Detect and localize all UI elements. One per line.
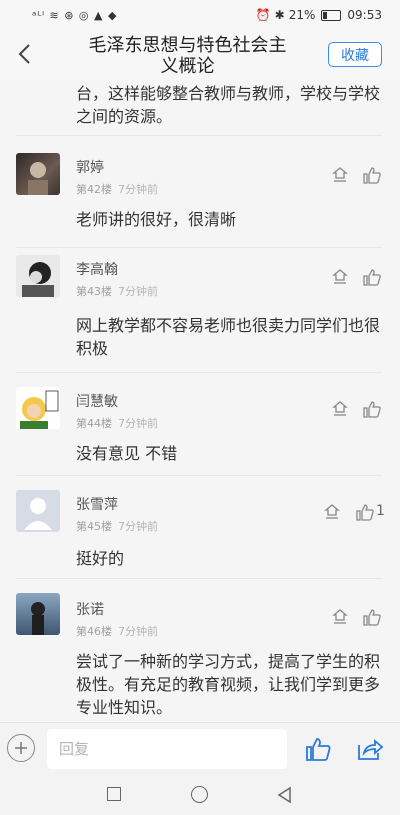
comment-list[interactable]: 台，这样能够整合教师与教师，学校与学校之间的资源。 郭婷 第42楼 7分钟前 老师… bbox=[0, 80, 400, 722]
favorite-button[interactable]: 收藏 bbox=[328, 42, 382, 67]
floor-number: 第44楼 bbox=[76, 417, 112, 430]
plus-icon bbox=[15, 742, 27, 754]
comment-author[interactable]: 张诺 bbox=[76, 599, 104, 619]
reply-icon[interactable] bbox=[330, 267, 350, 287]
comment-text: 没有意见 不错 bbox=[76, 444, 178, 463]
divider bbox=[16, 247, 382, 248]
recent-apps-icon[interactable] bbox=[107, 787, 121, 801]
comment-time: 7分钟前 bbox=[118, 625, 158, 638]
avatar[interactable] bbox=[16, 153, 60, 195]
header: 毛泽东思想与特色社会主义概论 收藏 bbox=[0, 30, 400, 80]
system-nav-bar bbox=[0, 774, 400, 815]
avatar[interactable] bbox=[16, 593, 60, 635]
comment-text: 网上教学都不容易老师也很卖力同学们也很积极 bbox=[76, 316, 381, 358]
like-icon[interactable] bbox=[355, 502, 375, 522]
comment-time: 7分钟前 bbox=[118, 417, 158, 430]
like-icon[interactable] bbox=[362, 267, 382, 287]
divider bbox=[16, 135, 382, 136]
home-icon[interactable] bbox=[191, 786, 208, 803]
reply-input[interactable] bbox=[47, 729, 287, 769]
divider bbox=[16, 372, 382, 373]
like-icon[interactable] bbox=[362, 607, 382, 627]
status-right: ⏰ ✱ 21% 09:53 bbox=[256, 8, 382, 22]
signal-icons: ᵃᴸˡ ≋ ⊛ ◎ ▲ ◆ bbox=[32, 8, 118, 22]
comment-author[interactable]: 闫慧敏 bbox=[76, 391, 118, 411]
bluetooth-icon: ✱ bbox=[274, 8, 285, 22]
comment-time: 7分钟前 bbox=[118, 520, 158, 533]
page-title: 毛泽东思想与特色社会主义概论 bbox=[88, 35, 287, 77]
reply-icon[interactable] bbox=[322, 502, 342, 522]
floor-number: 第42楼 bbox=[76, 183, 112, 196]
comment-meta: 第42楼 7分钟前 bbox=[76, 181, 158, 197]
clock: 09:53 bbox=[347, 8, 382, 22]
share-button[interactable] bbox=[356, 735, 384, 763]
comment-meta: 第46楼 7分钟前 bbox=[76, 623, 158, 639]
comment-author[interactable]: 李高翰 bbox=[76, 259, 118, 279]
divider bbox=[16, 578, 382, 579]
reply-bar bbox=[0, 722, 400, 775]
divider bbox=[16, 475, 382, 476]
back-arrow-icon[interactable] bbox=[10, 38, 38, 70]
comment-meta: 第44楼 7分钟前 bbox=[76, 415, 158, 431]
comment-text: 尝试了一种新的学习方式，提高了学生的积极性。有充足的教育视频，让我们学到更多专业… bbox=[76, 652, 381, 717]
comment-text: 老师讲的很好，很清晰 bbox=[76, 210, 237, 229]
reply-icon[interactable] bbox=[330, 399, 350, 419]
add-button[interactable] bbox=[7, 734, 35, 762]
previous-comment-text: 台，这样能够整合教师与教师，学校与学校之间的资源。 bbox=[76, 84, 381, 126]
status-bar: ᵃᴸˡ ≋ ⊛ ◎ ▲ ◆ ⏰ ✱ 21% 09:53 bbox=[0, 0, 400, 30]
reply-icon[interactable] bbox=[330, 607, 350, 627]
back-triangle-icon[interactable] bbox=[276, 786, 294, 804]
floor-number: 第46楼 bbox=[76, 625, 112, 638]
status-icons: ᵃᴸˡ ≋ ⊛ ◎ ▲ ◆ bbox=[32, 9, 117, 22]
like-button[interactable] bbox=[304, 735, 332, 763]
battery-percent: 21% bbox=[288, 8, 316, 22]
like-icon[interactable] bbox=[362, 165, 382, 185]
avatar[interactable] bbox=[16, 387, 60, 429]
comment-time: 7分钟前 bbox=[118, 285, 158, 298]
comment-time: 7分钟前 bbox=[118, 183, 158, 196]
battery-icon bbox=[321, 9, 342, 21]
reply-icon[interactable] bbox=[330, 165, 350, 185]
comment-author[interactable]: 张雪萍 bbox=[76, 494, 118, 514]
comment-meta: 第45楼 7分钟前 bbox=[76, 518, 158, 534]
comment-author[interactable]: 郭婷 bbox=[76, 157, 104, 177]
floor-number: 第45楼 bbox=[76, 520, 112, 533]
like-count: 1 bbox=[376, 503, 385, 519]
comment-text: 挺好的 bbox=[76, 549, 125, 568]
floor-number: 第43楼 bbox=[76, 285, 112, 298]
like-icon[interactable] bbox=[362, 399, 382, 419]
avatar[interactable] bbox=[16, 255, 60, 297]
alarm-icon: ⏰ bbox=[255, 8, 271, 22]
comment-meta: 第43楼 7分钟前 bbox=[76, 283, 158, 299]
avatar[interactable] bbox=[16, 490, 60, 532]
